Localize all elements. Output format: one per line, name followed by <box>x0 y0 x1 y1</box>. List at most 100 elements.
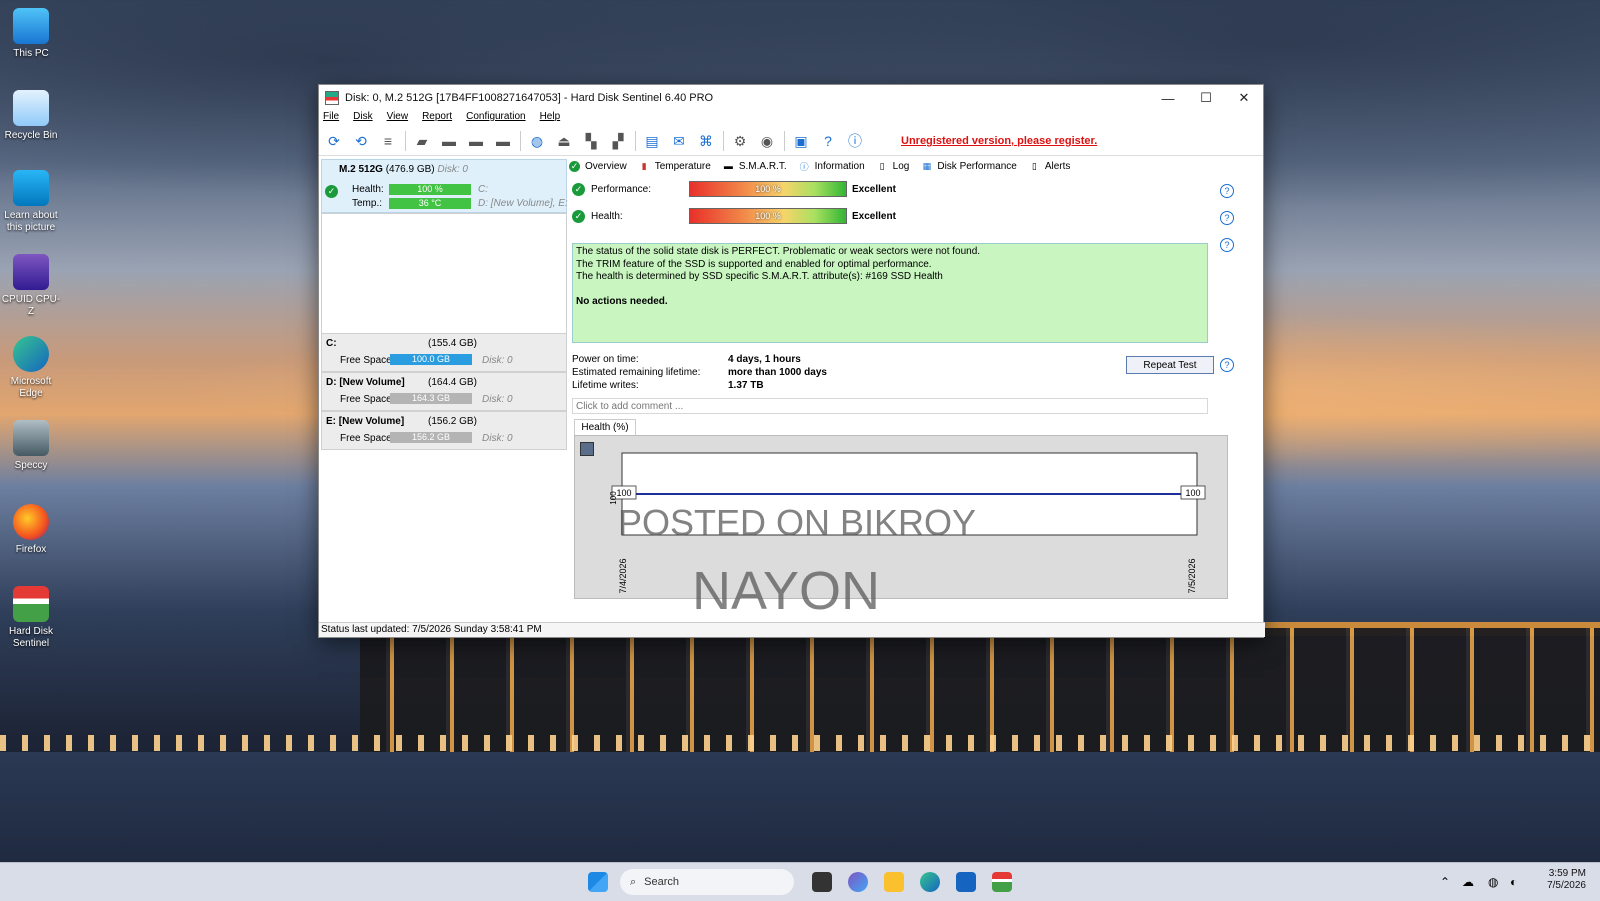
tab-label: Temperature <box>654 160 711 172</box>
hard-disk-sentinel-icon <box>13 586 49 622</box>
disk-clock-icon[interactable]: ▬ <box>438 130 460 152</box>
store-icon[interactable] <box>956 872 976 892</box>
disk-alert-icon[interactable]: ▬ <box>492 130 514 152</box>
toolbar-separator <box>723 131 724 151</box>
tab-log[interactable]: ▯ Log <box>877 161 910 172</box>
cloud-icon[interactable]: ☁ <box>1462 875 1474 889</box>
desktop-icon-edge[interactable]: Microsoft Edge <box>0 336 62 400</box>
drive-tool-icon[interactable]: ▞ <box>607 130 629 152</box>
toolbar-separator <box>635 131 636 151</box>
comment-field[interactable]: Click to add comment ... <box>572 398 1208 414</box>
chart-tab-health[interactable]: Health (%) <box>574 419 636 436</box>
status-help-icon[interactable]: ? <box>1220 238 1234 252</box>
mail-icon[interactable]: ✉ <box>668 130 690 152</box>
performance-text: Excellent <box>852 184 896 195</box>
file-explorer-icon[interactable] <box>884 872 904 892</box>
writes-label: Lifetime writes: <box>572 380 639 391</box>
menu-report[interactable]: Report <box>422 111 452 127</box>
disk-health-bar: 100 % <box>389 184 471 195</box>
menu-bar: File Disk View Report Configuration Help <box>319 111 1263 127</box>
disk-icon[interactable]: ▰ <box>411 130 433 152</box>
edge-taskbar-icon[interactable] <box>920 872 940 892</box>
health-value: 100 % <box>755 211 781 221</box>
health-bar: 100 % <box>689 208 847 224</box>
close-button[interactable]: ✕ <box>1225 85 1263 111</box>
tab-disk-performance[interactable]: ▦ Disk Performance <box>921 160 1017 172</box>
tab-smart[interactable]: ▬ S.M.A.R.T. <box>723 161 787 172</box>
taskbar-search[interactable]: ⌕ Search <box>620 869 794 895</box>
tab-temperature[interactable]: ▮ Temperature <box>639 161 711 172</box>
overview-panel: ✓ Overview ▮ Temperature ▬ S.M.A.R.T. ⓘ Info… <box>569 157 1261 617</box>
chevron-up-icon[interactable]: ⌃ <box>1440 875 1450 889</box>
copilot-icon[interactable] <box>848 872 868 892</box>
desktop-icon-this-pc[interactable]: This PC <box>0 8 62 60</box>
volume-free-value: 156.2 GB <box>411 432 451 442</box>
eject-icon[interactable]: ⏏ <box>553 130 575 152</box>
menu-file[interactable]: File <box>323 111 339 127</box>
menu-disk[interactable]: Disk <box>353 111 372 127</box>
usb-icon[interactable]: ▚ <box>580 130 602 152</box>
x-tick-label: 7/4/2026 <box>618 558 628 593</box>
refresh-all-icon[interactable]: ⟲ <box>350 130 372 152</box>
status-bar: Status last updated: 7/5/2026 Sunday 3:5… <box>319 622 1265 637</box>
help-icon[interactable]: ? <box>817 130 839 152</box>
network-icon[interactable]: ⌘ <box>695 130 717 152</box>
desktop-icon-recycle-bin[interactable]: Recycle Bin <box>0 90 62 142</box>
volume-item-c[interactable]: C: (155.4 GB) Free Space 100.0 GB Disk: … <box>321 333 567 372</box>
desktop-icon-learn-picture[interactable]: Learn about this picture <box>0 170 62 234</box>
menu-configuration[interactable]: Configuration <box>466 111 525 127</box>
status-line: The status of the solid state disk is PE… <box>576 246 981 257</box>
sound-icon[interactable]: ◉ <box>756 130 778 152</box>
tab-information[interactable]: ⓘ Information <box>799 161 865 172</box>
tab-overview[interactable]: ✓ Overview <box>569 160 627 172</box>
performance-row: ✓ Performance: 100 % Excellent <box>569 180 1239 200</box>
network-tray-icon[interactable]: ◍ <box>1488 875 1498 889</box>
repeat-test-button[interactable]: Repeat Test <box>1126 356 1214 374</box>
volume-name: C: <box>326 338 337 349</box>
report-icon[interactable]: ▤ <box>641 130 663 152</box>
menu-help[interactable]: Help <box>540 111 561 127</box>
tab-label: Disk Performance <box>937 160 1017 172</box>
desktop-icon-label: Firefox <box>15 544 47 555</box>
disk-index: Disk: 0 <box>437 164 468 175</box>
menu-view[interactable]: View <box>387 111 409 127</box>
maximize-button[interactable]: ☐ <box>1187 85 1225 111</box>
writes-value: 1.37 TB <box>728 380 764 391</box>
repeat-help-icon[interactable]: ? <box>1220 358 1234 372</box>
clock[interactable]: 3:59 PM 7/5/2026 <box>1547 868 1586 892</box>
volume-name: E: [New Volume] <box>326 416 405 427</box>
refresh-icon[interactable]: ⟳ <box>323 130 345 152</box>
health-chart: 100 100 100 7/4/2026 7/5/2026 <box>574 435 1228 599</box>
task-view-icon[interactable] <box>812 872 832 892</box>
desktop-icon-cpuz[interactable]: CPUID CPU-Z <box>0 254 62 318</box>
minimize-button[interactable]: — <box>1149 85 1187 111</box>
volume-tray-icon[interactable]: ◐ <box>1510 875 1517 889</box>
info-icon[interactable]: ⓘ <box>844 130 866 152</box>
volume-item-e[interactable]: E: [New Volume] (156.2 GB) Free Space 15… <box>321 411 567 450</box>
disk-card[interactable]: M.2 512G (476.9 GB) Disk: 0 ✓ Health: 10… <box>321 159 568 213</box>
hds-taskbar-icon[interactable] <box>992 872 1012 892</box>
desktop-icon-speccy[interactable]: Speccy <box>0 420 62 472</box>
health-help-icon[interactable]: ? <box>1220 211 1234 225</box>
performance-bar: 100 % <box>689 181 847 197</box>
volume-free-label: Free Space <box>340 355 392 366</box>
performance-label: Performance: <box>591 184 652 195</box>
disk-check-icon[interactable]: ▬ <box>465 130 487 152</box>
tab-label: Log <box>892 160 910 172</box>
desktop-icon-firefox[interactable]: Firefox <box>0 504 62 556</box>
gear-icon[interactable]: ⚙ <box>729 130 751 152</box>
volume-item-d[interactable]: D: [New Volume] (164.4 GB) Free Space 16… <box>321 372 567 411</box>
action-text: No actions needed. <box>576 295 668 307</box>
tab-alerts[interactable]: ▯ Alerts <box>1029 161 1071 172</box>
desktop-icon-hard-disk-sentinel[interactable]: Hard Disk Sentinel <box>0 586 62 650</box>
disk-list-icon[interactable]: ≡ <box>377 130 399 152</box>
desktop-icon-label: Learn about this picture <box>4 210 58 233</box>
health-row: ✓ Health: 100 % Excellent <box>569 207 1239 227</box>
performance-help-icon[interactable]: ? <box>1220 184 1234 198</box>
y-tick-label: 100 <box>609 491 618 505</box>
register-link[interactable]: Unregistered version, please register. <box>901 135 1097 147</box>
globe-icon[interactable]: ◍ <box>526 130 548 152</box>
screenshot-icon[interactable]: ▣ <box>790 130 812 152</box>
start-icon[interactable] <box>588 872 608 892</box>
title-bar[interactable]: Disk: 0, M.2 512G [17B4FF1008271647053] … <box>319 85 1263 111</box>
